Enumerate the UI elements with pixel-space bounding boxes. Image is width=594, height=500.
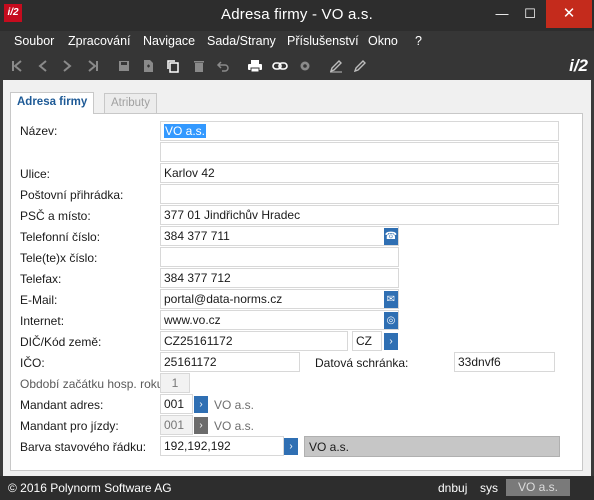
label-internet: Internet: <box>20 314 65 328</box>
mandant-jizdy-note: VO a.s. <box>214 419 255 433</box>
label-nazev: Název: <box>20 124 58 138</box>
status-system: sys <box>480 481 498 495</box>
nazev-field[interactable]: VO a.s. <box>160 121 559 141</box>
previous-record-icon[interactable] <box>34 57 52 75</box>
nazev-value: VO a.s. <box>164 124 207 138</box>
menu-okno[interactable]: Okno <box>368 34 398 48</box>
menu-sada-strany[interactable]: Sada/Strany <box>207 34 276 48</box>
menu-zpracovani[interactable]: Zpracování <box>68 34 131 48</box>
settings-icon[interactable] <box>296 57 314 75</box>
save-icon[interactable] <box>115 57 133 75</box>
label-telefon: Telefonní číslo: <box>20 230 101 244</box>
status-color-preview: VO a.s. <box>304 436 560 457</box>
mandant-jizdy-lookup-button: › <box>194 417 208 434</box>
mandant-jizdy-field: 001 <box>160 415 193 435</box>
menu-help[interactable]: ? <box>415 34 422 48</box>
country-code-field[interactable]: CZ <box>352 331 382 351</box>
edit-icon[interactable] <box>327 57 345 75</box>
copy-icon[interactable] <box>164 57 182 75</box>
brand-logo: i/2 <box>569 56 588 75</box>
first-record-icon[interactable] <box>8 57 26 75</box>
title-bar: i/2 Adresa firmy - VO a.s. — ☐ ✕ <box>0 0 594 31</box>
copyright-text: © 2016 Polynorm Software AG <box>8 481 172 495</box>
internet-field[interactable]: www.vo.cz <box>160 310 399 330</box>
delete-icon[interactable] <box>190 57 208 75</box>
label-mandant-jizdy: Mandant pro jízdy: <box>20 419 119 433</box>
label-dic: DIČ/Kód země: <box>20 335 102 349</box>
tab-adresa-firmy[interactable]: Adresa firmy <box>10 92 95 114</box>
label-barva: Barva stavového řádku: <box>20 440 147 454</box>
label-teletex: Tele(te)x číslo: <box>20 251 98 265</box>
telefon-field[interactable]: 384 377 711 <box>160 226 399 246</box>
menu-prislusenstvi[interactable]: Příslušenství <box>287 34 359 48</box>
main-content: Adresa firmy Atributy Název: VO a.s. Uli… <box>3 80 591 476</box>
dic-field[interactable]: CZ25161172 <box>160 331 348 351</box>
obdobi-field: 1 <box>160 373 190 393</box>
maximize-button[interactable]: ☐ <box>514 0 546 28</box>
email-field[interactable]: portal@data-norms.cz <box>160 289 399 309</box>
mandant-adres-field[interactable]: 001 <box>160 394 193 414</box>
status-company: VO a.s. <box>506 479 570 496</box>
ulice-field[interactable]: Karlov 42 <box>160 163 559 183</box>
psc-misto-field[interactable]: 377 01 Jindřichův Hradec <box>160 205 559 225</box>
ico-field[interactable]: 25161172 <box>160 352 300 372</box>
write-icon[interactable] <box>351 57 369 75</box>
label-obdobi: Období začátku hosp. roku: <box>20 377 167 391</box>
status-user: dnbuj <box>438 481 468 495</box>
label-telefax: Telefax: <box>20 272 62 286</box>
menu-soubor[interactable]: Soubor <box>14 34 54 48</box>
teletex-field[interactable] <box>160 247 399 267</box>
close-button[interactable]: ✕ <box>546 0 592 28</box>
phone-icon[interactable]: ☎ <box>384 228 398 245</box>
label-email: E-Mail: <box>20 293 58 307</box>
datova-schranka-field[interactable]: 33dnvf6 <box>454 352 555 372</box>
color-picker-button[interactable]: › <box>284 438 298 455</box>
email-icon[interactable]: ✉ <box>384 291 398 308</box>
undo-icon[interactable] <box>214 57 232 75</box>
label-postovni-prihradka: Poštovní přihrádka: <box>20 188 124 202</box>
menu-bar: Soubor Zpracování Navigace Sada/Strany P… <box>0 31 594 53</box>
link-icon[interactable] <box>271 57 289 75</box>
next-record-icon[interactable] <box>58 57 76 75</box>
barva-field[interactable]: 192,192,192 <box>160 436 284 456</box>
label-datova-schranka: Datová schránka: <box>315 356 409 370</box>
postovni-prihradka-field[interactable] <box>160 184 559 204</box>
mandant-adres-note: VO a.s. <box>214 398 255 412</box>
label-ulice: Ulice: <box>20 167 51 181</box>
globe-icon[interactable]: ◎ <box>384 312 398 329</box>
menu-navigace[interactable]: Navigace <box>143 34 195 48</box>
label-psc-misto: PSČ a místo: <box>20 209 91 223</box>
print-icon[interactable] <box>246 57 264 75</box>
country-lookup-button[interactable]: › <box>384 333 398 350</box>
toolbar: i/2 <box>0 53 594 80</box>
last-record-icon[interactable] <box>84 57 102 75</box>
label-ico: IČO: <box>20 356 45 370</box>
nazev2-field[interactable] <box>160 142 559 162</box>
label-mandant-adres: Mandant adres: <box>20 398 104 412</box>
tab-atributy[interactable]: Atributy <box>104 93 157 113</box>
address-form: Název: VO a.s. Ulice: Karlov 42 Poštovní… <box>10 113 583 471</box>
status-bar: © 2016 Polynorm Software AG dnbuj sys VO… <box>0 476 594 500</box>
mandant-adres-lookup-button[interactable]: › <box>194 396 208 413</box>
new-document-icon[interactable] <box>139 57 157 75</box>
telefax-field[interactable]: 384 377 712 <box>160 268 399 288</box>
